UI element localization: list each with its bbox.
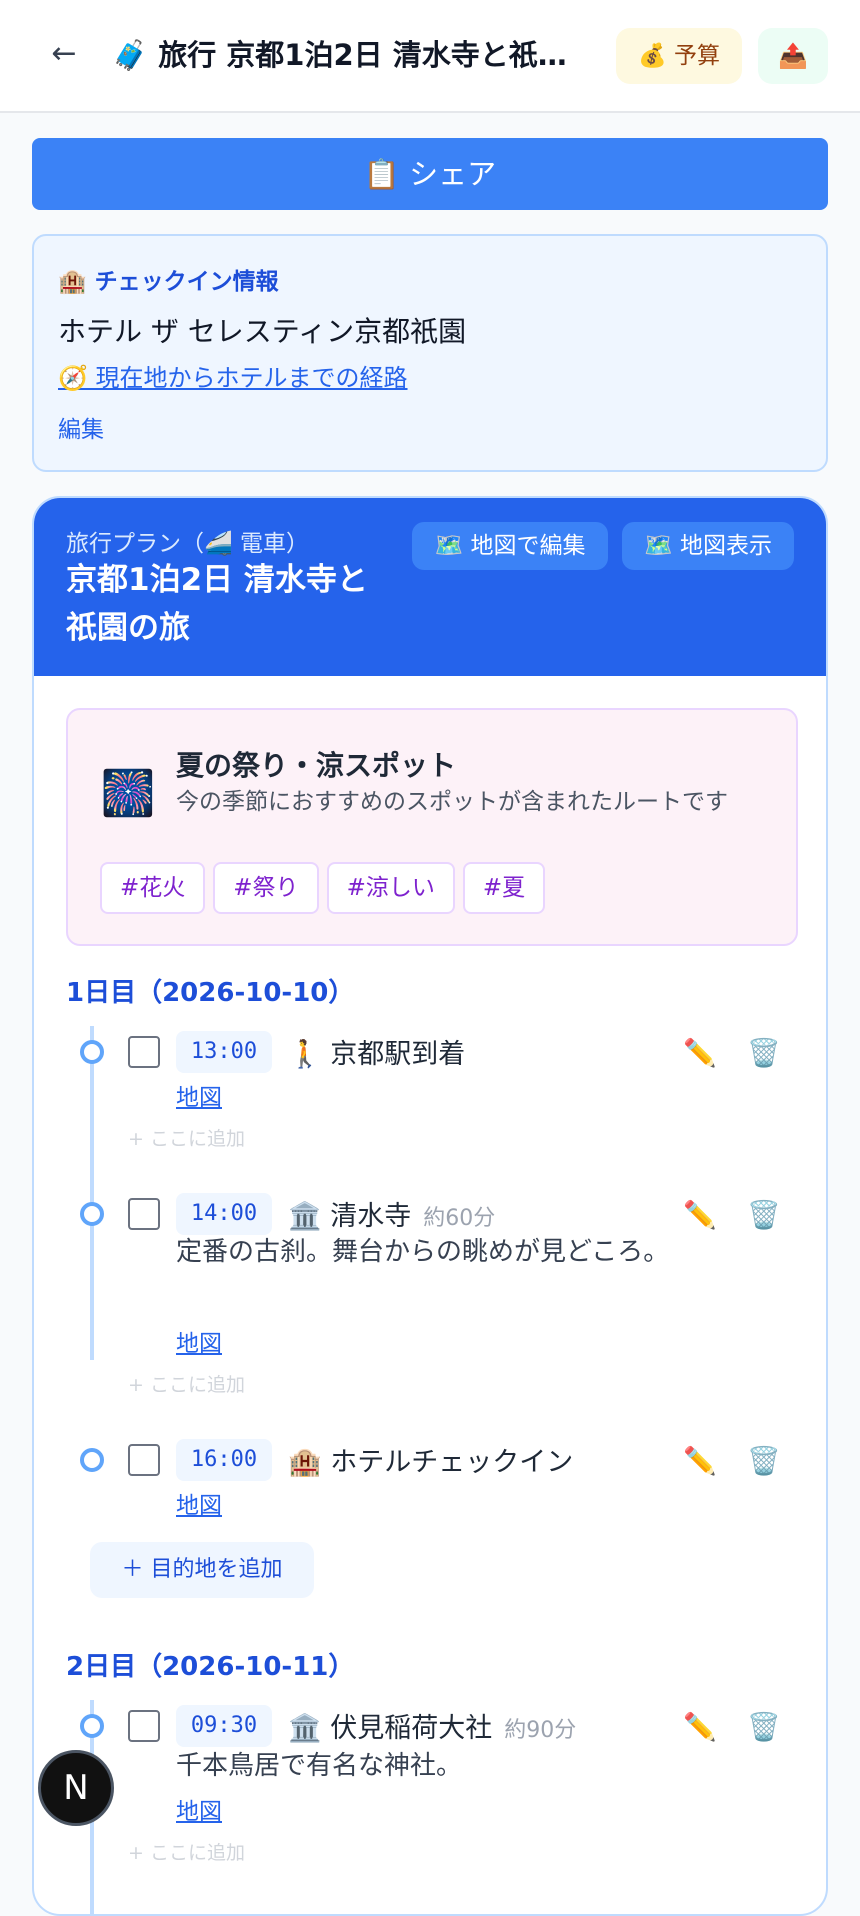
- item-title-text: 🏨 ホテルチェックイン: [288, 1447, 574, 1478]
- item-checkbox[interactable]: [128, 1710, 160, 1742]
- budget-button[interactable]: 💰 予算: [616, 28, 742, 84]
- tag[interactable]: #涼しい: [326, 862, 455, 914]
- item-time: 09:30: [176, 1705, 272, 1747]
- season-title: 夏の祭り・涼スポット: [176, 749, 457, 782]
- item-checkbox[interactable]: [128, 1444, 160, 1476]
- item-title-text: 🏛️ 伏見稲荷大社: [288, 1713, 493, 1744]
- timeline-dot: [80, 1040, 104, 1064]
- plan-title: 京都1泊2日 清水寺と祇園の旅: [66, 562, 368, 646]
- pencil-icon[interactable]: ✏️: [680, 1034, 720, 1074]
- app-header: ← 🧳 旅行 京都1泊2日 清水寺と祇園... 💰 予算 📤: [0, 0, 860, 113]
- back-button[interactable]: ←: [44, 34, 84, 74]
- item-map-link[interactable]: 地図: [176, 1078, 222, 1112]
- item-map-link[interactable]: 地図: [176, 1324, 222, 1358]
- trash-icon[interactable]: 🗑️: [744, 1196, 784, 1236]
- pencil-icon[interactable]: ✏️: [680, 1196, 720, 1236]
- add-here-link[interactable]: + ここに追加: [128, 1838, 245, 1865]
- timeline-dot: [80, 1202, 104, 1226]
- timeline-dot: [80, 1714, 104, 1738]
- pencil-icon[interactable]: ✏️: [680, 1442, 720, 1482]
- hotel-name: ホテル ザ セレスティン京都祇園: [58, 315, 467, 348]
- item-title: 🚶 京都駅到着: [288, 1032, 465, 1071]
- add-destination-button[interactable]: ＋ 目的地を追加: [90, 1542, 314, 1598]
- route-link[interactable]: 🧭 現在地からホテルまでの経路: [58, 358, 408, 393]
- item-description: 千本鳥居で有名な神社。: [176, 1751, 463, 1781]
- export-button[interactable]: 📤: [758, 28, 828, 84]
- day-label: 1日目（2026-10-10）: [66, 978, 355, 1008]
- timeline-line: [90, 1026, 94, 1360]
- item-duration: 約90分: [504, 1718, 577, 1743]
- item-title: 🏛️ 伏見稲荷大社 約90分: [288, 1706, 576, 1745]
- checkin-edit-link[interactable]: 編集: [58, 410, 104, 444]
- map-view-button[interactable]: 🗺️ 地図表示: [622, 522, 794, 570]
- season-banner: 🎆 夏の祭り・涼スポット 今の季節におすすめのスポットが含まれたルートです #花…: [66, 708, 798, 946]
- add-here-link[interactable]: + ここに追加: [128, 1124, 245, 1151]
- item-title: 🏨 ホテルチェックイン: [288, 1440, 573, 1479]
- plan-card: 旅行プラン（🚄 電車） 京都1泊2日 清水寺と祇園の旅 🗺️ 地図で編集 🗺️ …: [32, 496, 828, 1916]
- item-checkbox[interactable]: [128, 1036, 160, 1068]
- trash-icon[interactable]: 🗑️: [744, 1442, 784, 1482]
- item-map-link[interactable]: 地図: [176, 1792, 222, 1826]
- fireworks-icon: 🎆: [100, 768, 156, 819]
- plan-subtitle: 旅行プラン（🚄 電車）: [66, 531, 309, 557]
- item-description: 定番の古刹。舞台からの眺めが見どころ。: [176, 1237, 670, 1267]
- item-title-text: 🚶 京都駅到着: [288, 1039, 466, 1070]
- item-time: 14:00: [176, 1193, 272, 1235]
- checkin-card: 🏨 チェックイン情報 ホテル ザ セレスティン京都祇園 🧭 現在地からホテルまで…: [32, 234, 828, 472]
- floating-action-button[interactable]: N: [38, 1750, 114, 1826]
- checkin-label: 🏨 チェックイン情報: [58, 269, 279, 295]
- tag[interactable]: #祭り: [213, 862, 319, 914]
- trash-icon[interactable]: 🗑️: [744, 1708, 784, 1748]
- pencil-icon[interactable]: ✏️: [680, 1708, 720, 1748]
- item-time: 16:00: [176, 1439, 272, 1481]
- season-description: 今の季節におすすめのスポットが含まれたルートです: [176, 789, 728, 815]
- tag[interactable]: #夏: [462, 862, 546, 914]
- map-edit-button[interactable]: 🗺️ 地図で編集: [412, 522, 608, 570]
- item-duration: 約60分: [423, 1206, 496, 1231]
- timeline-dot: [80, 1448, 104, 1472]
- page-title: 🧳 旅行 京都1泊2日 清水寺と祇園...: [112, 38, 592, 72]
- item-time: 13:00: [176, 1031, 272, 1073]
- item-checkbox[interactable]: [128, 1198, 160, 1230]
- share-button[interactable]: 📋 シェア: [32, 138, 828, 210]
- add-here-link[interactable]: + ここに追加: [128, 1370, 245, 1397]
- plan-header: 旅行プラン（🚄 電車） 京都1泊2日 清水寺と祇園の旅 🗺️ 地図で編集 🗺️ …: [34, 498, 826, 676]
- item-title-text: 🏛️ 清水寺: [288, 1201, 412, 1232]
- trash-icon[interactable]: 🗑️: [744, 1034, 784, 1074]
- item-map-link[interactable]: 地図: [176, 1486, 222, 1520]
- day-label: 2日目（2026-10-11）: [66, 1652, 355, 1682]
- tag[interactable]: #花火: [100, 862, 206, 914]
- item-title: 🏛️ 清水寺 約60分: [288, 1194, 495, 1233]
- season-tags: #花火 #祭り #涼しい #夏: [100, 862, 546, 914]
